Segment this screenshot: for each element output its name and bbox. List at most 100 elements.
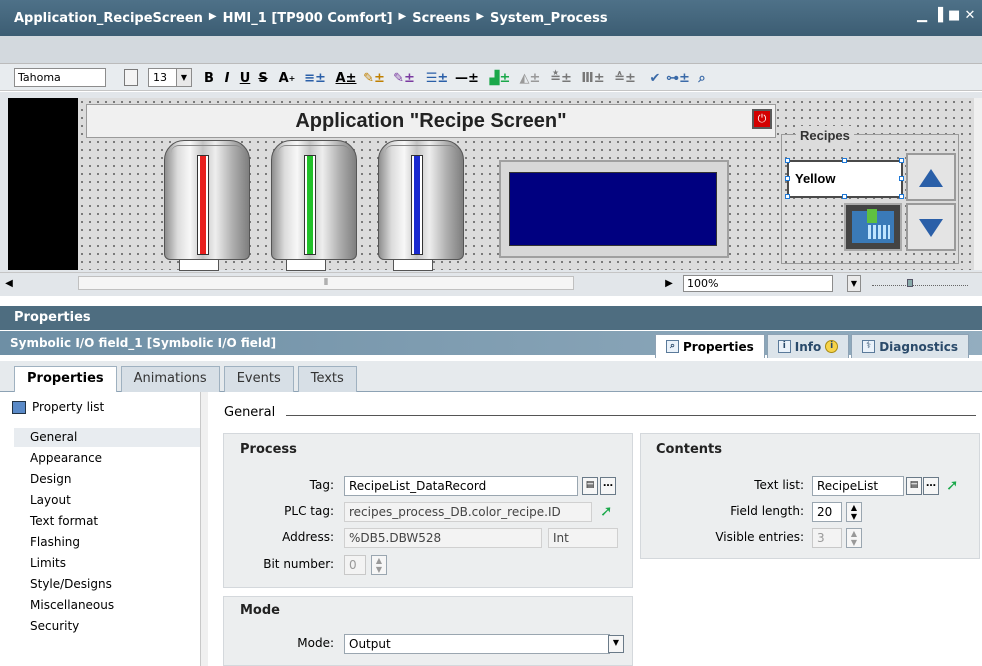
breadcrumb-screen[interactable]: System_Process xyxy=(490,11,608,26)
group-icon[interactable]: ⊶± xyxy=(666,69,690,87)
selection-handle[interactable] xyxy=(842,158,847,163)
tank-level-bar xyxy=(304,155,316,255)
tab-diagnostics[interactable]: ⚕ Diagnostics xyxy=(851,334,970,358)
selection-handle[interactable] xyxy=(899,176,904,181)
goto-arrow-icon[interactable]: ➚ xyxy=(600,504,614,519)
selection-handle[interactable] xyxy=(899,158,904,163)
breadcrumb-device[interactable]: HMI_1 [TP900 Comfort] xyxy=(223,11,393,26)
recipe-down-button[interactable] xyxy=(906,203,956,251)
visible-entries-label: Visible entries: xyxy=(715,530,804,544)
selection-handle[interactable] xyxy=(785,176,790,181)
property-list-label: Property list xyxy=(32,400,105,414)
tab-info-label: Info xyxy=(794,339,822,354)
format-painter-icon[interactable]: ✔ xyxy=(646,69,664,87)
tag-field[interactable]: RecipeList_DataRecord xyxy=(344,476,578,496)
visible-entries-field: 3 xyxy=(812,528,842,548)
nav-miscellaneous[interactable]: Miscellaneous xyxy=(14,596,200,615)
tank-blue[interactable] xyxy=(378,140,464,271)
font-color-label: A xyxy=(335,70,346,86)
zoom-area-icon[interactable]: ⌕ xyxy=(694,69,710,87)
superscript-button[interactable]: A + xyxy=(276,69,298,87)
font-size-select[interactable]: 13 ▼ xyxy=(148,68,192,87)
chevron-down-icon[interactable]: ▼ xyxy=(608,635,624,653)
tab-info[interactable]: i Info i xyxy=(766,334,850,358)
nav-layout[interactable]: Layout xyxy=(14,491,200,510)
tank-level-fill xyxy=(414,156,420,254)
nav-flashing[interactable]: Flashing xyxy=(14,533,200,552)
selection-handle[interactable] xyxy=(785,194,790,199)
nav-general[interactable]: General xyxy=(14,428,200,447)
close-icon[interactable]: ✕ xyxy=(964,9,976,23)
chevron-down-icon[interactable]: ▼ xyxy=(176,69,191,86)
rotate-icon[interactable]: ◭± xyxy=(518,69,542,87)
scrollbar-thumb[interactable]: ⦀ xyxy=(78,276,574,290)
nav-style-designs[interactable]: Style/Designs xyxy=(14,575,200,594)
nav-text-format[interactable]: Text format xyxy=(14,512,200,531)
nav-limits[interactable]: Limits xyxy=(14,554,200,573)
symbolic-io-field[interactable]: Yellow xyxy=(787,160,903,198)
tank-green[interactable] xyxy=(271,140,357,271)
text-list-icon[interactable]: ▤ xyxy=(906,477,922,495)
tab-properties-sub[interactable]: Properties xyxy=(14,366,117,393)
tag-list-icon[interactable]: ▤ xyxy=(582,477,598,495)
minimize-icon[interactable]: ▁ xyxy=(916,9,928,23)
mode-select[interactable]: Output xyxy=(344,634,610,654)
canvas-vertical-scrollbar[interactable] xyxy=(974,98,982,270)
tank-io-field[interactable] xyxy=(393,259,433,271)
line-style-icon[interactable]: ☰± xyxy=(424,69,450,87)
maximize-icon[interactable]: ■ xyxy=(948,9,960,23)
align-objects-icon[interactable]: ≛± xyxy=(548,69,574,87)
chevron-down-icon[interactable]: ▼ xyxy=(847,275,861,292)
nav-security[interactable]: Security xyxy=(14,617,200,636)
font-color-button[interactable]: A ± xyxy=(334,69,358,87)
font-picker-button[interactable] xyxy=(124,69,138,86)
field-length-spinner[interactable]: ▲ ▼ xyxy=(846,502,862,522)
load-recipe-button[interactable] xyxy=(844,203,902,251)
tab-events[interactable]: Events xyxy=(223,366,294,392)
tag-browse-button[interactable]: … xyxy=(600,477,616,495)
zoom-slider-thumb[interactable] xyxy=(907,279,913,287)
nav-appearance[interactable]: Appearance xyxy=(14,449,200,468)
align-icon[interactable]: ≡± xyxy=(302,69,328,87)
recipe-up-button[interactable] xyxy=(906,153,956,201)
selection-handle[interactable] xyxy=(842,194,847,199)
tank-red[interactable] xyxy=(164,140,250,271)
bold-button[interactable]: B xyxy=(202,69,216,87)
scroll-right-icon[interactable]: ▶ xyxy=(662,275,676,292)
italic-button[interactable]: I xyxy=(220,69,234,87)
field-length-field[interactable]: 20 xyxy=(812,502,842,522)
breadcrumb-screens[interactable]: Screens xyxy=(412,11,470,26)
line-color-icon[interactable]: ✎± xyxy=(392,69,416,87)
screen-title-field[interactable]: Application "Recipe Screen" xyxy=(86,104,776,138)
property-list-link[interactable]: Property list xyxy=(12,400,104,414)
tab-properties[interactable]: ⌕ Properties xyxy=(655,334,765,358)
line-width-icon[interactable]: —± xyxy=(454,69,480,87)
nav-design[interactable]: Design xyxy=(14,470,200,489)
underline-button[interactable]: U xyxy=(238,69,252,87)
goto-arrow-icon[interactable]: ➚ xyxy=(946,478,960,493)
selection-handle[interactable] xyxy=(785,158,790,163)
distribute-icon[interactable]: Ⅲ± xyxy=(580,69,606,87)
panel-splitter[interactable] xyxy=(200,392,208,666)
tank-io-field[interactable] xyxy=(286,259,326,271)
layer-icon[interactable]: ≙± xyxy=(612,69,638,87)
font-family-select[interactable]: Tahoma xyxy=(14,68,106,87)
zoom-slider[interactable] xyxy=(872,284,968,286)
stop-runtime-button[interactable]: ⏻ xyxy=(752,109,772,129)
tab-texts[interactable]: Texts xyxy=(297,366,357,392)
scroll-left-icon[interactable]: ◀ xyxy=(2,275,16,292)
restore-icon[interactable]: ▐ xyxy=(932,9,944,23)
zoom-level-field[interactable]: 100% xyxy=(683,275,833,292)
bit-number-field: 0 xyxy=(344,555,366,575)
screen-margin xyxy=(8,98,78,270)
text-list-browse-button[interactable]: … xyxy=(923,477,939,495)
fill-color-icon[interactable]: ✎± xyxy=(362,69,386,87)
text-list-field[interactable]: RecipeList xyxy=(812,476,904,496)
breadcrumb-project[interactable]: Application_RecipeScreen xyxy=(14,11,203,26)
selection-handle[interactable] xyxy=(899,194,904,199)
tank-io-field[interactable] xyxy=(179,259,219,271)
fill-pattern-icon[interactable]: ▟± xyxy=(488,69,512,87)
strikethrough-button[interactable]: S xyxy=(256,69,270,87)
color-display-rectangle[interactable] xyxy=(499,160,729,258)
tab-animations[interactable]: Animations xyxy=(120,366,220,392)
